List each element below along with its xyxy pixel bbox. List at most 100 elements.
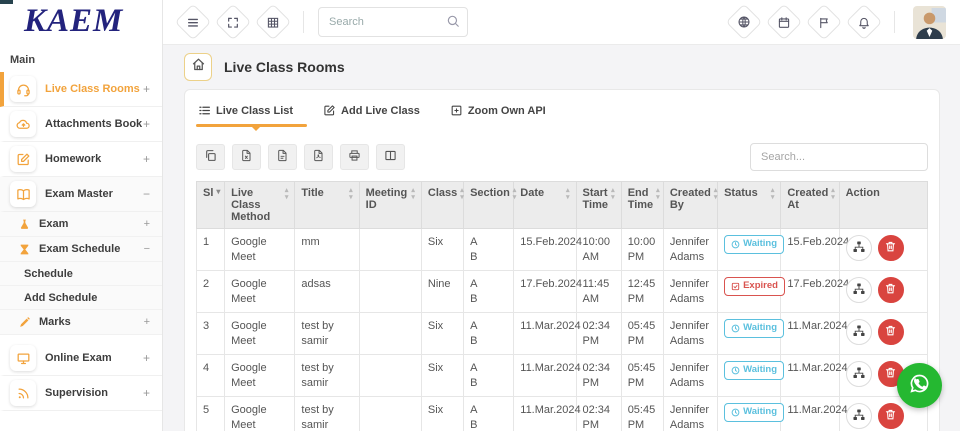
sidebar-item-homework[interactable]: Homework + xyxy=(0,142,162,177)
monitor-icon xyxy=(10,345,36,371)
join-class-button[interactable] xyxy=(846,277,872,303)
expand-toggle[interactable]: + xyxy=(144,316,150,328)
join-class-button[interactable] xyxy=(846,319,872,345)
cell xyxy=(359,229,421,271)
menu-toggle-button[interactable] xyxy=(175,4,212,41)
sidebar-item-label: Supervision xyxy=(45,387,143,399)
quick-grid-button[interactable] xyxy=(255,4,292,41)
sidebar-item-add-schedule[interactable]: Add Schedule xyxy=(0,286,162,310)
expand-toggle[interactable]: + xyxy=(143,386,154,400)
fullscreen-button[interactable] xyxy=(215,4,252,41)
copy-button[interactable] xyxy=(196,144,225,170)
expand-toggle[interactable]: + xyxy=(143,82,154,96)
bell-icon xyxy=(858,16,871,29)
pen-icon xyxy=(18,316,31,329)
column-header-sl[interactable]: Sl▾ xyxy=(197,182,225,229)
notifications-button[interactable] xyxy=(846,4,883,41)
status-badge: Waiting xyxy=(724,235,784,254)
action-cell xyxy=(839,313,927,355)
column-label: Created By xyxy=(670,187,711,211)
expand-toggle[interactable]: + xyxy=(143,152,154,166)
status-cell: Waiting xyxy=(718,355,781,397)
sidebar-item-online-exam[interactable]: Online Exam + xyxy=(0,341,162,376)
sidebar-item-live-class-rooms[interactable]: Live Class Rooms + xyxy=(0,72,162,107)
sidebar-item-label: Schedule xyxy=(24,268,73,280)
column-header-class[interactable]: Class▴▾ xyxy=(421,182,463,229)
sort-icon: ▴▾ xyxy=(771,187,775,201)
sitemap-icon xyxy=(852,240,866,257)
table-row: 5Google Meettest by samirSixA B11.Mar.20… xyxy=(197,397,928,431)
sidebar-item-exam-master[interactable]: Exam Master − xyxy=(0,177,162,212)
expand-toggle[interactable]: + xyxy=(144,218,150,230)
delete-button[interactable] xyxy=(878,235,904,261)
collapse-toggle[interactable]: − xyxy=(144,243,150,255)
live-class-card: Live Class List Add Live Class Zoom Own … xyxy=(184,89,940,431)
action-cell xyxy=(839,229,927,271)
trash-icon xyxy=(884,324,897,340)
browser-artifact-strip xyxy=(0,0,13,4)
sidebar-item-exam[interactable]: Exam + xyxy=(0,212,162,237)
cell: mm xyxy=(295,229,359,271)
column-header-end-time[interactable]: End Time▴▾ xyxy=(621,182,663,229)
sidebar-item-schedule[interactable]: Schedule xyxy=(0,262,162,286)
column-header-title[interactable]: Title▴▾ xyxy=(295,182,359,229)
table-body: 1Google MeetmmSixA B15.Feb.202410:00 AM1… xyxy=(197,229,928,431)
sidebar-item-attachments-book[interactable]: Attachments Book + xyxy=(0,107,162,142)
cell: Google Meet xyxy=(225,397,295,431)
collapse-toggle[interactable]: − xyxy=(143,187,154,201)
cell: 1 xyxy=(197,229,225,271)
home-button[interactable] xyxy=(184,53,212,81)
print-button[interactable] xyxy=(340,144,369,170)
column-header-created-by[interactable]: Created By▴▾ xyxy=(663,182,717,229)
file-csv-icon xyxy=(276,149,289,165)
report-button[interactable] xyxy=(806,4,843,41)
sidebar-item-marks[interactable]: Marks + xyxy=(0,310,162,335)
trash-icon xyxy=(884,366,897,382)
cell: test by samir xyxy=(295,313,359,355)
column-visibility-button[interactable] xyxy=(376,144,405,170)
cell: 05:45 PM xyxy=(621,355,663,397)
table-search-input[interactable] xyxy=(750,143,928,171)
column-header-status[interactable]: Status▴▾ xyxy=(718,182,781,229)
sidebar-item-supervision[interactable]: Supervision + xyxy=(0,376,162,411)
join-class-button[interactable] xyxy=(846,235,872,261)
sort-icon: ▴▾ xyxy=(285,187,289,223)
brand-logo[interactable]: KAEM xyxy=(0,0,162,40)
calendar-button[interactable] xyxy=(766,4,803,41)
expand-toggle[interactable]: + xyxy=(143,117,154,131)
whatsapp-button[interactable] xyxy=(897,363,942,408)
cell: 2 xyxy=(197,271,225,313)
tab-live-class-list[interactable]: Live Class List xyxy=(198,104,293,127)
column-header-created-at[interactable]: Created At▴▾ xyxy=(781,182,839,229)
sidebar-item-label: Add Schedule xyxy=(24,292,97,304)
delete-button[interactable] xyxy=(878,403,904,429)
export-csv-button[interactable] xyxy=(268,144,297,170)
language-button[interactable] xyxy=(726,4,763,41)
sort-icon: ▴▾ xyxy=(611,187,615,211)
headset-icon xyxy=(10,76,36,102)
expand-toggle[interactable]: + xyxy=(143,351,154,365)
join-class-button[interactable] xyxy=(846,403,872,429)
delete-button[interactable] xyxy=(878,319,904,345)
delete-button[interactable] xyxy=(878,277,904,303)
user-avatar[interactable] xyxy=(913,6,946,39)
flask-icon xyxy=(18,218,31,231)
sidebar-item-exam-schedule[interactable]: Exam Schedule − xyxy=(0,237,162,262)
sort-icon: ▴▾ xyxy=(714,187,718,211)
breadcrumb: Live Class Rooms xyxy=(164,45,960,89)
export-pdf-button[interactable] xyxy=(304,144,333,170)
table-toolbar xyxy=(196,143,928,171)
column-header-start-time[interactable]: Start Time▴▾ xyxy=(576,182,621,229)
join-class-button[interactable] xyxy=(846,361,872,387)
status-badge: Expired xyxy=(724,277,785,296)
cell: 17.Feb.2024 xyxy=(781,271,839,313)
column-header-date[interactable]: Date▴▾ xyxy=(514,182,576,229)
tab-add-live-class[interactable]: Add Live Class xyxy=(323,104,420,127)
column-header-meeting-id[interactable]: Meeting ID▴▾ xyxy=(359,182,421,229)
column-header-section[interactable]: Section▴▾ xyxy=(464,182,514,229)
column-header-live-class-method[interactable]: Live Class Method▴▾ xyxy=(225,182,295,229)
export-excel-button[interactable] xyxy=(232,144,261,170)
tab-zoom-own-api[interactable]: Zoom Own API xyxy=(450,104,546,127)
column-label: Title xyxy=(301,187,323,201)
cell: Six xyxy=(421,355,463,397)
